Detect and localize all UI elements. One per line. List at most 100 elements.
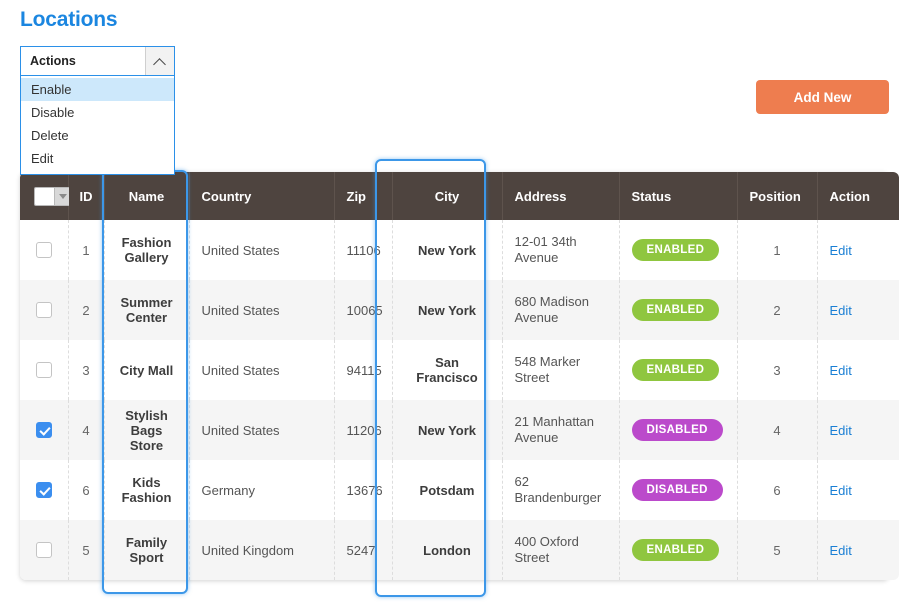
column-header-id[interactable]: ID [68, 172, 105, 220]
cell-status: ENABLED [619, 280, 738, 340]
cell-position: 5 [737, 520, 818, 580]
cell-status: DISABLED [619, 460, 738, 520]
edit-link[interactable]: Edit [830, 483, 852, 498]
column-header-action[interactable]: Action [817, 172, 899, 220]
row-checkbox[interactable] [35, 422, 52, 439]
actions-menu-item-enable[interactable]: Enable [21, 78, 174, 101]
status-badge: ENABLED [631, 359, 720, 381]
cell-city: Potsdam [392, 460, 503, 520]
page-title: Locations [20, 8, 118, 31]
row-checkbox-cell[interactable] [20, 520, 69, 580]
cell-id: 4 [68, 400, 105, 460]
table-row: 3 City Mall United States 94115 San Francisc… [20, 340, 899, 400]
cell-name: Summer Center [104, 280, 190, 340]
edit-link[interactable]: Edit [830, 243, 852, 258]
cell-city: New York [392, 280, 503, 340]
cell-status: ENABLED [619, 340, 738, 400]
row-checkbox[interactable] [35, 542, 52, 559]
cell-name: City Mall [104, 340, 190, 400]
row-checkbox-cell[interactable] [20, 280, 69, 340]
table-row: 5 Family Sport United Kingdom 5247 London 400… [20, 520, 899, 580]
cell-city: New York [392, 400, 503, 460]
cell-position: 4 [737, 400, 818, 460]
select-all-header[interactable] [20, 172, 71, 220]
cell-status: DISABLED [619, 400, 738, 460]
cell-address: 21 Manhattan Avenue [502, 400, 620, 460]
cell-country: United States [189, 400, 335, 460]
row-checkbox[interactable] [35, 482, 52, 499]
cell-city: London [392, 520, 503, 580]
status-badge: ENABLED [631, 299, 720, 321]
column-header-status[interactable]: Status [619, 172, 738, 220]
column-header-address[interactable]: Address [502, 172, 620, 220]
column-header-position[interactable]: Position [737, 172, 818, 220]
row-checkbox[interactable] [35, 362, 52, 379]
address-text: 62 Brandenburger [514, 474, 602, 505]
cell-country: Germany [189, 460, 335, 520]
cell-address: 548 Marker Street [502, 340, 620, 400]
cell-address: 400 Oxford Street [502, 520, 620, 580]
address-text: 680 Madison Avenue [514, 294, 589, 325]
cell-country: United States [189, 340, 335, 400]
cell-zip: 94115 [334, 340, 393, 400]
column-header-city[interactable]: City [392, 172, 503, 220]
row-checkbox-cell[interactable] [20, 460, 69, 520]
cell-address: 680 Madison Avenue [502, 280, 620, 340]
cell-city: San Francisco [392, 340, 503, 400]
cell-zip: 5247 [334, 520, 393, 580]
select-all-checkbox[interactable] [34, 186, 54, 206]
cell-zip: 11106 [334, 220, 393, 280]
row-checkbox-cell[interactable] [20, 400, 69, 460]
cell-position: 2 [737, 280, 818, 340]
table-row: 1 Fashion Gallery United States 11106 New Yo… [20, 220, 899, 280]
row-checkbox-cell[interactable] [20, 220, 69, 280]
actions-menu-item-edit[interactable]: Edit [21, 147, 174, 170]
edit-link[interactable]: Edit [830, 543, 852, 558]
status-badge: DISABLED [631, 479, 723, 501]
chevron-up-icon[interactable] [145, 47, 174, 75]
cell-name: Kids Fashion [104, 460, 190, 520]
actions-menu-item-delete[interactable]: Delete [21, 124, 174, 147]
table-row: 2 Summer Center United States 10065 New York… [20, 280, 899, 340]
select-all-control[interactable] [34, 186, 71, 206]
actions-dropdown-label: Actions [30, 54, 76, 68]
table-header-row: ID Name Country Zip City Address Status … [20, 172, 899, 220]
cell-country: United States [189, 280, 335, 340]
cell-id: 3 [68, 340, 105, 400]
row-checkbox-cell[interactable] [20, 340, 69, 400]
cell-id: 6 [68, 460, 105, 520]
cell-name: Stylish Bags Store [104, 400, 190, 460]
address-text: 12-01 34th Avenue [514, 234, 577, 265]
cell-address: 12-01 34th Avenue [502, 220, 620, 280]
column-header-country[interactable]: Country [189, 172, 335, 220]
cell-zip: 10065 [334, 280, 393, 340]
address-text: 21 Manhattan Avenue [514, 414, 595, 445]
cell-action: Edit [817, 340, 899, 400]
status-badge: ENABLED [631, 239, 720, 261]
edit-link[interactable]: Edit [830, 423, 852, 438]
edit-link[interactable]: Edit [830, 303, 852, 318]
cell-country: United Kingdom [189, 520, 335, 580]
column-header-name[interactable]: Name [104, 172, 190, 220]
cell-zip: 13676 [334, 460, 393, 520]
cell-address: 62 Brandenburger [502, 460, 620, 520]
cell-name: Fashion Gallery [104, 220, 190, 280]
add-new-button[interactable]: Add New [756, 80, 889, 114]
row-checkbox[interactable] [35, 242, 52, 259]
cell-id: 1 [68, 220, 105, 280]
cell-id: 2 [68, 280, 105, 340]
actions-menu-item-disable[interactable]: Disable [21, 101, 174, 124]
cell-position: 3 [737, 340, 818, 400]
edit-link[interactable]: Edit [830, 363, 852, 378]
cell-name: Family Sport [104, 520, 190, 580]
cell-action: Edit [817, 520, 899, 580]
actions-dropdown-menu[interactable]: Enable Disable Delete Edit [20, 76, 175, 175]
table-body: 1 Fashion Gallery United States 11106 New Yo… [20, 220, 899, 580]
column-header-zip[interactable]: Zip [334, 172, 393, 220]
actions-dropdown-control[interactable]: Actions [20, 46, 175, 76]
cell-action: Edit [817, 220, 899, 280]
locations-table: ID Name Country Zip City Address Status … [20, 172, 899, 580]
row-checkbox[interactable] [35, 302, 52, 319]
actions-dropdown[interactable]: Actions Enable Disable Delete Edit [20, 46, 175, 175]
cell-action: Edit [817, 460, 899, 520]
